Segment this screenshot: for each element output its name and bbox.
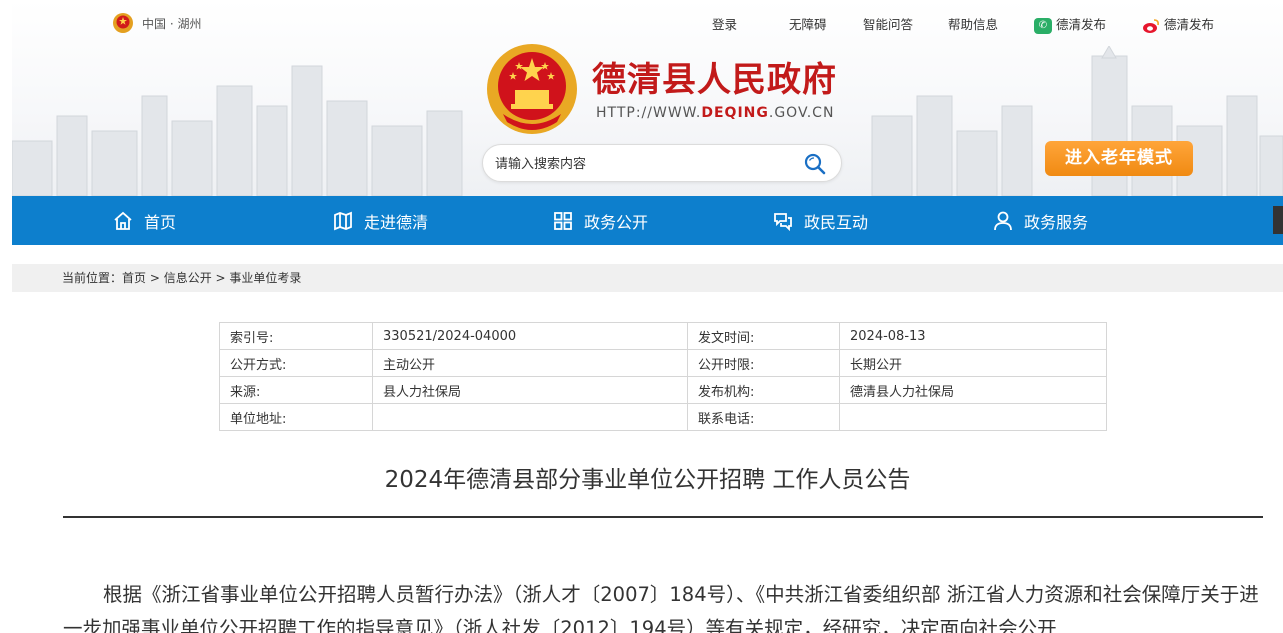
meta-value: 县人力社保局 [372, 376, 688, 404]
title-divider [63, 516, 1263, 518]
article-title: 2024年德清县部分事业单位公开招聘 工作人员公告 [384, 467, 911, 493]
site-url-suffix: .GOV.CN [768, 105, 835, 121]
breadcrumb-separator: > [146, 271, 164, 285]
weibo-link[interactable]: 德清发布 [1142, 14, 1214, 34]
weibo-link-label: 德清发布 [1163, 17, 1214, 32]
meta-value [839, 403, 1107, 431]
nav-item-interaction[interactable]: 政民互动 [772, 196, 868, 245]
table-row: 来源: 县人力社保局 发布机构: 德清县人力社保局 [219, 376, 1107, 404]
site-title[interactable]: 德清县人民政府 [592, 52, 837, 101]
site-url-domain: DEQING [701, 105, 769, 121]
main-nav: 首页 走进德清 政务公开 政民互动 政务服务 [12, 196, 1283, 245]
meta-key: 发布机构: [687, 376, 840, 404]
accessibility-link[interactable]: 无障碍 [789, 14, 827, 33]
breadcrumb-item-info[interactable]: 信息公开 [164, 271, 212, 285]
nav-item-services-label: 政务服务 [1024, 212, 1089, 232]
meta-value: 2024-08-13 [839, 322, 1107, 350]
home-icon [114, 211, 132, 230]
meta-key: 公开时限: [687, 349, 840, 377]
meta-value: 主动公开 [372, 349, 688, 377]
table-row: 公开方式: 主动公开 公开时限: 长期公开 [219, 349, 1107, 377]
nav-item-about[interactable]: 走进德清 [332, 196, 428, 245]
map-icon [334, 211, 352, 230]
meta-key: 公开方式: [219, 349, 373, 377]
wechat-icon: ✆ [1034, 17, 1052, 34]
breadcrumb-item-current[interactable]: 事业单位考录 [229, 271, 301, 285]
search-icon[interactable] [803, 152, 827, 176]
wechat-link[interactable]: ✆ 德清发布 [1034, 14, 1106, 34]
meta-key: 单位地址: [219, 403, 373, 431]
search-box [482, 144, 842, 182]
meta-key: 发文时间: [687, 322, 840, 350]
grid-icon [554, 211, 572, 230]
breadcrumb: 当前位置：首页 > 信息公开 > 事业单位考录 [12, 264, 1283, 292]
national-emblem-logo [487, 44, 577, 134]
weibo-icon [1143, 18, 1159, 33]
smart-qa-link[interactable]: 智能问答 [863, 14, 913, 33]
nav-item-services[interactable]: 政务服务 [992, 196, 1088, 245]
nav-edge-widget [1273, 206, 1283, 234]
header: 中国 · 湖州 登录 无障碍 智能问答 帮助信息 ✆ 德清发布 德清发布 德清县… [12, 0, 1283, 196]
elder-mode-button[interactable]: 进入老年模式 [1045, 141, 1193, 176]
search-input[interactable] [495, 153, 795, 175]
table-row: 索引号: 330521/2024-04000 发文时间: 2024-08-13 [219, 322, 1107, 350]
meta-key: 来源: [219, 376, 373, 404]
meta-value: 330521/2024-04000 [372, 322, 688, 350]
user-icon [994, 211, 1012, 230]
breadcrumb-item-home[interactable]: 首页 [122, 271, 146, 285]
login-link[interactable]: 登录 [712, 14, 737, 33]
wechat-link-label: 德清发布 [1055, 17, 1106, 32]
nav-item-public-affairs-label: 政务公开 [584, 212, 649, 232]
meta-key: 索引号: [219, 322, 373, 350]
national-emblem-icon [113, 13, 133, 33]
site-url: HTTP://WWW.DEQING.GOV.CN [596, 105, 834, 121]
meta-value: 长期公开 [839, 349, 1107, 377]
nav-item-home[interactable]: 首页 [112, 196, 176, 245]
breadcrumb-separator: > [211, 271, 230, 285]
region-label[interactable]: 中国 · 湖州 [112, 12, 201, 34]
meta-value: 德清县人力社保局 [839, 376, 1107, 404]
nav-item-interaction-label: 政民互动 [804, 212, 869, 232]
document-meta-table: 索引号: 330521/2024-04000 发文时间: 2024-08-13 … [219, 322, 1107, 431]
nav-item-home-label: 首页 [144, 212, 177, 232]
site-url-prefix: HTTP://WWW. [596, 105, 702, 121]
nav-item-public-affairs[interactable]: 政务公开 [552, 196, 648, 245]
meta-value [372, 403, 688, 431]
article-body: 根据《浙江省事业单位公开招聘人员暂行办法》（浙人才〔2007〕184号）、《中共… [63, 583, 1259, 633]
meta-key: 联系电话: [687, 403, 840, 431]
help-link[interactable]: 帮助信息 [948, 14, 998, 33]
breadcrumb-prefix: 当前位置： [62, 271, 123, 285]
nav-item-about-label: 走进德清 [364, 212, 429, 232]
region-text: 中国 · 湖州 [142, 16, 202, 31]
page: 中国 · 湖州 登录 无障碍 智能问答 帮助信息 ✆ 德清发布 德清发布 德清县… [0, 0, 1283, 633]
interact-icon [774, 212, 792, 231]
table-row: 单位地址: 联系电话: [219, 403, 1107, 431]
